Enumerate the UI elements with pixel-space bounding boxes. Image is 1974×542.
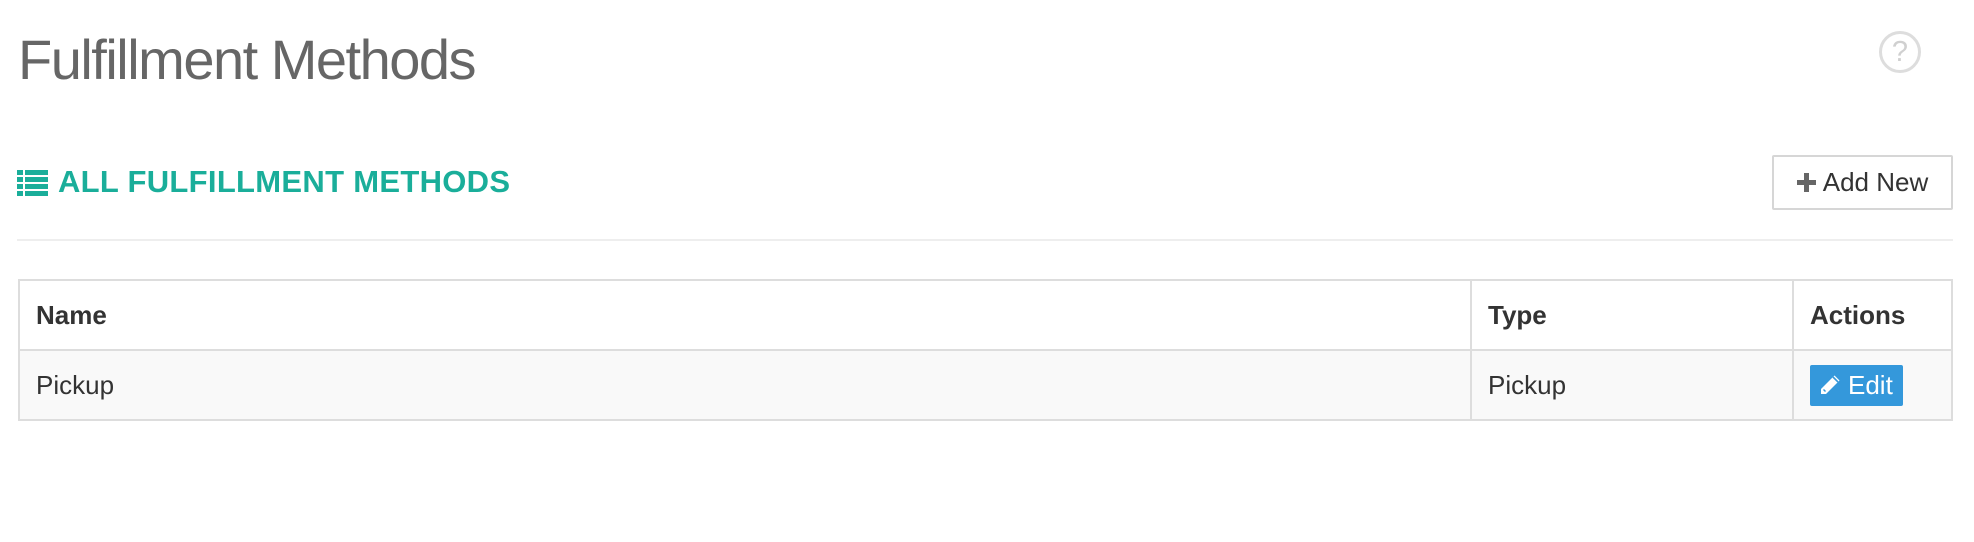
section-header: ALL FULFILLMENT METHODS [17, 158, 510, 206]
fulfillment-methods-page: Fulfillment Methods ? ALL FULFILLMENT ME… [0, 0, 1974, 542]
edit-button[interactable]: Edit [1810, 364, 1903, 406]
fulfillment-methods-table: Name Type Actions Pickup Pickup Edit [18, 279, 1953, 421]
add-new-label: Add New [1822, 167, 1929, 197]
cell-type: Pickup [1470, 349, 1794, 421]
column-header-actions: Actions [1792, 279, 1953, 351]
table-header-row: Name Type Actions [18, 279, 1953, 351]
edit-label: Edit [1848, 369, 1893, 400]
section-title: ALL FULFILLMENT METHODS [58, 164, 511, 199]
list-icon [17, 169, 48, 196]
cell-name: Pickup [18, 349, 1472, 421]
add-new-button[interactable]: Add New [1772, 155, 1953, 210]
page-title: Fulfillment Methods [18, 28, 477, 91]
pencil-icon [1821, 375, 1840, 394]
plus-icon [1796, 173, 1816, 192]
column-header-name: Name [18, 279, 1472, 351]
section-divider [17, 239, 1953, 241]
cell-actions: Edit [1792, 349, 1953, 421]
table-row: Pickup Pickup Edit [18, 349, 1953, 421]
column-header-type: Type [1470, 279, 1794, 351]
help-icon[interactable]: ? [1879, 31, 1921, 73]
